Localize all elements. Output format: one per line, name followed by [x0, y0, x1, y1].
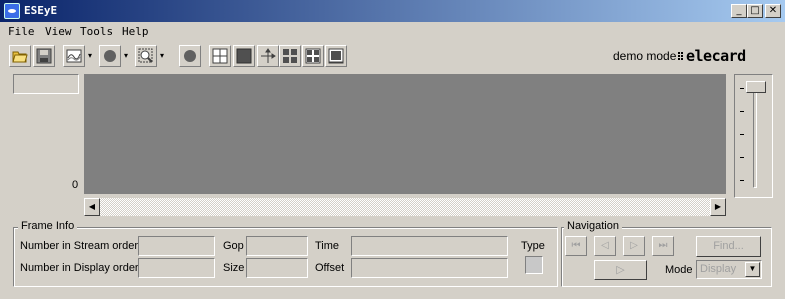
slider-tick [740, 134, 744, 135]
size-label: Size [223, 262, 245, 274]
horizontal-scrollbar[interactable]: ◀ ▶ [84, 198, 726, 216]
axis-zero-label: 0 [72, 179, 79, 191]
gop-field[interactable] [246, 236, 308, 256]
menu-file[interactable]: File [8, 25, 35, 38]
first-frame-button[interactable]: ⏮ [565, 236, 587, 256]
mode-select[interactable]: Display ▼ [696, 260, 762, 279]
navigation-title: Navigation [564, 220, 622, 232]
frame-info-title: Frame Info [18, 220, 78, 232]
zoom-dropdown-icon[interactable]: ▾ [160, 51, 164, 60]
toolbar: ▾ ▾ ▾ demo mode elecard [0, 42, 785, 70]
time-field[interactable] [351, 236, 508, 256]
offset-field[interactable] [351, 258, 508, 278]
block-icon[interactable] [233, 45, 255, 67]
circle-icon[interactable] [179, 45, 201, 67]
slider-tick [740, 88, 744, 89]
title-bar: ESEyE _ □ ✕ [0, 0, 785, 22]
menu-view[interactable]: View [45, 25, 72, 38]
size-field[interactable] [246, 258, 308, 278]
slider-tick [740, 180, 744, 181]
stream-order-field[interactable] [138, 236, 215, 256]
zoom-slider-thumb[interactable] [746, 81, 766, 93]
scroll-right-button[interactable]: ▶ [710, 198, 726, 216]
mode-label: Mode [665, 264, 693, 276]
elecard-logo: elecard [678, 46, 770, 69]
value-display-box [13, 74, 79, 94]
find-button[interactable]: Find... [696, 236, 761, 257]
last-frame-button[interactable]: ⏭ [652, 236, 674, 256]
offset-label: Offset [315, 262, 345, 274]
stream-order-label: Number in Stream order [20, 240, 138, 252]
grid-4-icon[interactable] [279, 45, 301, 67]
scroll-left-button[interactable]: ◀ [84, 198, 100, 216]
gop-label: Gop [223, 240, 244, 252]
save-icon[interactable] [33, 45, 55, 67]
bitrate-view-area[interactable] [84, 74, 726, 194]
grid-2-icon[interactable] [302, 45, 324, 67]
mode-select-value: Display [700, 263, 737, 275]
type-label: Type [521, 240, 545, 252]
grid-lines-icon[interactable] [325, 45, 347, 67]
move-icon[interactable] [257, 45, 279, 67]
previous-frame-button[interactable]: ◁ [594, 236, 616, 256]
waveform-dropdown-icon[interactable]: ▾ [88, 51, 92, 60]
maximize-button[interactable]: □ [747, 4, 763, 18]
waveform-icon[interactable] [63, 45, 85, 67]
app-eye-icon[interactable] [4, 3, 20, 19]
play-button[interactable]: ▷ [594, 260, 647, 280]
display-order-label: Number in Display order [20, 262, 139, 274]
menu-bar: File View Tools Help [0, 22, 785, 40]
zoom-slider-track[interactable] [753, 88, 757, 188]
slider-tick [740, 111, 744, 112]
open-folder-icon[interactable] [9, 45, 31, 67]
grid-icon[interactable] [209, 45, 231, 67]
minimize-button[interactable]: _ [731, 4, 747, 18]
zoom-icon[interactable] [135, 45, 157, 67]
next-frame-button[interactable]: ▷ [623, 236, 645, 256]
menu-tools[interactable]: Tools [80, 25, 113, 38]
record-icon[interactable] [99, 45, 121, 67]
window-title: ESEyE [24, 4, 58, 17]
close-button[interactable]: ✕ [765, 4, 781, 18]
demo-mode-label: demo mode [613, 49, 677, 63]
svg-text:elecard: elecard [686, 47, 746, 65]
record-dropdown-icon[interactable]: ▾ [124, 51, 128, 60]
slider-tick [740, 157, 744, 158]
frame-type-indicator [525, 256, 543, 274]
chevron-down-icon[interactable]: ▼ [745, 262, 760, 277]
menu-help[interactable]: Help [122, 25, 149, 38]
time-label: Time [315, 240, 340, 252]
display-order-field[interactable] [138, 258, 215, 278]
